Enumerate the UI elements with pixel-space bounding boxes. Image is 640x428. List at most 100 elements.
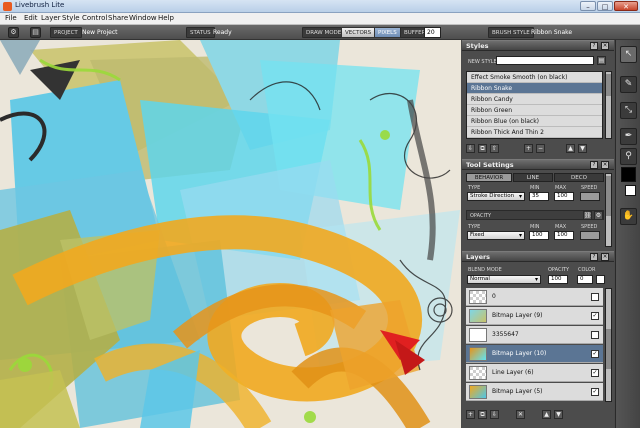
layers-scroll-thumb[interactable] bbox=[606, 329, 611, 369]
menu-share[interactable]: Share bbox=[108, 14, 128, 22]
style-item[interactable]: Ribbon Green bbox=[467, 105, 602, 116]
merge-layer-icon[interactable]: ⇩ bbox=[490, 410, 499, 419]
menu-bar: File Edit Layer Style Control Share Wind… bbox=[0, 13, 640, 25]
new-style-input[interactable] bbox=[496, 56, 594, 65]
layer-visibility-checkbox[interactable]: ✓ bbox=[591, 369, 599, 377]
eyedropper-icon[interactable]: ⚲ bbox=[620, 148, 637, 165]
layer-opacity-label: OPACITY bbox=[548, 267, 570, 273]
layer-color-swatch[interactable] bbox=[596, 275, 605, 284]
minimize-button[interactable]: – bbox=[580, 1, 596, 11]
hand-icon[interactable]: ✋ bbox=[620, 208, 637, 225]
menu-window[interactable]: Window bbox=[129, 14, 157, 22]
remove-style-icon[interactable]: − bbox=[536, 144, 545, 153]
opacity-max-input[interactable]: 100 bbox=[554, 231, 574, 240]
layer-up-icon[interactable]: ▲ bbox=[542, 410, 551, 419]
layer-name: Bitmap Layer (9) bbox=[492, 312, 543, 319]
opacity-speed-input[interactable] bbox=[580, 231, 600, 240]
tab-deco[interactable]: DECO bbox=[554, 173, 604, 182]
menu-help[interactable]: Help bbox=[158, 14, 174, 22]
pixels-button[interactable]: PIXELS bbox=[374, 27, 401, 38]
export-style-icon[interactable]: ⇧ bbox=[490, 144, 499, 153]
import-style-icon[interactable]: ⇩ bbox=[466, 144, 475, 153]
layer-row[interactable]: 0 bbox=[466, 288, 603, 306]
tool-settings-scroll-thumb[interactable] bbox=[606, 176, 611, 216]
maximize-button[interactable]: □ bbox=[597, 1, 613, 11]
tab-behavior[interactable]: BEHAVIOR bbox=[466, 173, 512, 182]
layers-panel-header: Layers ? ✕ bbox=[462, 251, 614, 262]
styles-scrollbar[interactable] bbox=[605, 71, 612, 139]
menu-control[interactable]: Control bbox=[82, 14, 107, 22]
tools-column: ↖ ✎ ⤡ ✒ ⚲ ✋ bbox=[615, 40, 640, 428]
tool-settings-scrollbar[interactable] bbox=[605, 173, 612, 247]
style-item[interactable]: Ribbon Blue (on black) bbox=[467, 116, 602, 127]
layer-visibility-checkbox[interactable] bbox=[591, 331, 599, 339]
project-label: PROJECT bbox=[50, 27, 82, 38]
help-icon[interactable]: ? bbox=[590, 42, 598, 50]
settings-icon[interactable]: ⚙ bbox=[8, 27, 19, 38]
panel-close-icon[interactable]: ✕ bbox=[601, 161, 609, 169]
move-down-icon[interactable]: ▼ bbox=[578, 144, 587, 153]
tab-line[interactable]: LINE bbox=[513, 173, 553, 182]
vectors-button[interactable]: VECTORS bbox=[341, 27, 376, 38]
layer-down-icon[interactable]: ▼ bbox=[554, 410, 563, 419]
blend-mode-dropdown[interactable]: Normal bbox=[467, 275, 541, 284]
layer-row[interactable]: Bitmap Layer (5) ✓ bbox=[466, 383, 603, 401]
menu-edit[interactable]: Edit bbox=[24, 14, 38, 22]
save-icon[interactable]: ▤ bbox=[30, 27, 41, 38]
transform-icon[interactable]: ⤡ bbox=[620, 102, 637, 119]
layer-visibility-checkbox[interactable]: ✓ bbox=[591, 312, 599, 320]
background-color-swatch[interactable] bbox=[625, 185, 636, 196]
style-item[interactable]: Ribbon Thick And Thin 2 bbox=[467, 127, 602, 138]
style-item[interactable]: Ribbon Candy bbox=[467, 94, 602, 105]
menu-style[interactable]: Style bbox=[62, 14, 80, 22]
pointer-icon[interactable]: ↖ bbox=[620, 46, 637, 63]
layer-row[interactable]: 3355647 bbox=[466, 326, 603, 344]
menu-file[interactable]: File bbox=[5, 14, 17, 22]
layer-visibility-checkbox[interactable] bbox=[591, 293, 599, 301]
add-style-icon[interactable]: + bbox=[524, 144, 533, 153]
buffer-input[interactable]: 20 bbox=[424, 27, 441, 38]
style-item[interactable]: Effect Smoke Smooth (on black) bbox=[467, 72, 602, 83]
layer-thumbnail bbox=[469, 328, 487, 342]
link-icon[interactable]: ⛓ bbox=[583, 211, 592, 220]
layer-row[interactable]: Line Layer (6) ✓ bbox=[466, 364, 603, 382]
min-input[interactable]: 35 bbox=[529, 192, 549, 201]
layer-opacity-input[interactable]: 100 bbox=[548, 275, 568, 284]
title-bar: Livebrush Lite – □ ✕ bbox=[0, 0, 640, 13]
opacity-min-label: MIN bbox=[530, 224, 540, 230]
layers-scrollbar[interactable] bbox=[605, 288, 612, 402]
panel-close-icon[interactable]: ✕ bbox=[601, 253, 609, 261]
pen-icon[interactable]: ✒ bbox=[620, 128, 637, 145]
opacity-max-label: MAX bbox=[555, 224, 567, 230]
styles-scroll-thumb[interactable] bbox=[606, 74, 611, 96]
opacity-type-dropdown[interactable]: Fixed bbox=[467, 231, 525, 240]
app-icon bbox=[3, 2, 12, 11]
layer-visibility-checkbox[interactable]: ✓ bbox=[591, 388, 599, 396]
layer-row[interactable]: Bitmap Layer (9) ✓ bbox=[466, 307, 603, 325]
help-icon[interactable]: ? bbox=[590, 253, 598, 261]
layer-color-input[interactable]: 0 bbox=[577, 275, 593, 284]
layers-actions: + ⧉ ⇩ ✕ ▲ ▼ bbox=[466, 410, 606, 420]
move-up-icon[interactable]: ▲ bbox=[566, 144, 575, 153]
panel-close-icon[interactable]: ✕ bbox=[601, 42, 609, 50]
help-icon[interactable]: ? bbox=[590, 161, 598, 169]
foreground-color-swatch[interactable] bbox=[621, 167, 636, 182]
new-layer-icon[interactable]: + bbox=[466, 410, 475, 419]
style-item-selected[interactable]: Ribbon Snake bbox=[467, 83, 602, 94]
opacity-min-input[interactable]: 100 bbox=[529, 231, 549, 240]
save-style-icon[interactable]: ▤ bbox=[597, 56, 606, 65]
settings-icon[interactable]: ⚙ bbox=[594, 211, 603, 220]
layer-thumbnail bbox=[469, 290, 487, 304]
type-dropdown[interactable]: Stroke Direction bbox=[467, 192, 525, 201]
drawing-canvas[interactable] bbox=[0, 40, 461, 428]
close-window-button[interactable]: ✕ bbox=[614, 1, 638, 11]
menu-layer[interactable]: Layer bbox=[41, 14, 61, 22]
brush-icon[interactable]: ✎ bbox=[620, 76, 637, 93]
layer-visibility-checkbox[interactable]: ✓ bbox=[591, 350, 599, 358]
delete-layer-icon[interactable]: ✕ bbox=[516, 410, 525, 419]
layer-row-selected[interactable]: Bitmap Layer (10) ✓ bbox=[466, 345, 603, 363]
max-input[interactable]: 100 bbox=[554, 192, 574, 201]
duplicate-style-icon[interactable]: ⧉ bbox=[478, 144, 487, 153]
speed-input[interactable] bbox=[580, 192, 600, 201]
duplicate-layer-icon[interactable]: ⧉ bbox=[478, 410, 487, 419]
